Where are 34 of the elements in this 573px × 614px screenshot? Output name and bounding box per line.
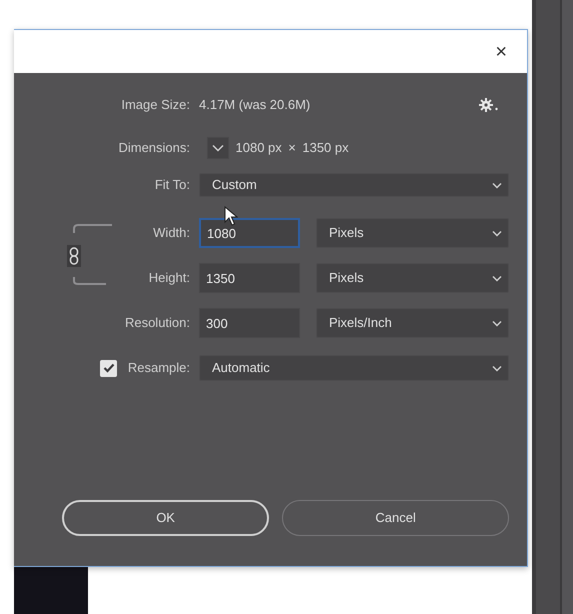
number-field[interactable]: 1350 xyxy=(199,263,300,293)
image-size-value: 4.17M (was 20.6M) xyxy=(199,96,310,114)
cursor-icon xyxy=(224,206,238,226)
unit-dropdown[interactable]: Pixels xyxy=(316,263,509,293)
dimensions-dropdown[interactable] xyxy=(207,137,229,159)
ok-button[interactable]: OK xyxy=(62,500,270,536)
dimension-value: 1080 px xyxy=(236,139,282,158)
close-button[interactable]: × xyxy=(491,42,511,62)
field-label: Height: xyxy=(148,269,190,288)
field-label: Width: xyxy=(152,224,190,242)
number-field[interactable]: 1080 xyxy=(199,218,300,248)
dimension-value: 1350 px xyxy=(302,139,349,158)
unit-dropdown[interactable]: Pixels xyxy=(316,218,509,248)
link-icon[interactable] xyxy=(67,244,81,266)
chevron-icon xyxy=(492,182,502,188)
resample-dropdown[interactable]: Automatic xyxy=(199,355,509,381)
field-label: Fit To: xyxy=(154,176,190,194)
fit-to-dropdown[interactable]: Custom xyxy=(199,173,509,197)
unit-dropdown[interactable]: Pixels/Inch xyxy=(316,308,509,338)
cancel-button[interactable]: Cancel xyxy=(282,500,510,536)
chevron-icon xyxy=(212,144,224,152)
chevron-icon xyxy=(492,274,502,282)
field-label: Resample: xyxy=(128,359,190,378)
times-sign: × xyxy=(288,139,296,158)
number-field[interactable]: 300 xyxy=(199,308,300,338)
chevron-icon xyxy=(492,364,502,372)
field-label: Image Size: xyxy=(120,96,190,114)
link-bracket-drawing xyxy=(73,224,112,284)
resample-checkbox[interactable] xyxy=(100,360,118,376)
chevron-icon xyxy=(492,230,502,236)
field-label: Dimensions: xyxy=(117,139,190,158)
chevron-icon xyxy=(492,320,502,326)
settings-icon[interactable] xyxy=(479,98,499,112)
field-label: Resolution: xyxy=(124,314,190,332)
